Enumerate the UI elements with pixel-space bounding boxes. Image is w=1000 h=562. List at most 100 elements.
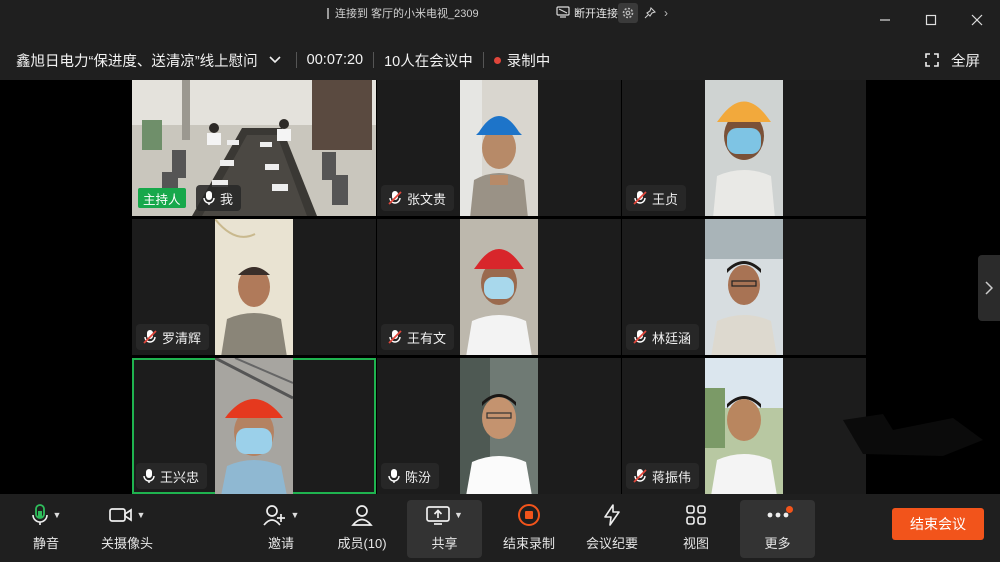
- disconnect-label: 断开连接: [574, 8, 618, 20]
- next-page-button[interactable]: [978, 255, 1000, 321]
- mute-label: 静音: [32, 536, 59, 551]
- participant-name-label: 张文贵: [381, 185, 455, 211]
- microphone-muted-icon: [388, 191, 402, 205]
- participant-video: [705, 358, 783, 494]
- participant-name-label: 王贞: [626, 185, 687, 211]
- recording-label: 录制中: [506, 53, 551, 70]
- meeting-info-dropdown[interactable]: [268, 55, 282, 65]
- close-window-button[interactable]: [954, 0, 1000, 40]
- fullscreen-button[interactable]: 全屏: [925, 40, 980, 80]
- minimize-button[interactable]: [862, 0, 908, 40]
- participant-name: 罗清辉: [162, 330, 202, 346]
- microphone-muted-icon: [388, 330, 402, 344]
- video-tile-host[interactable]: 主持人 我: [132, 80, 376, 216]
- maximize-icon: [925, 14, 937, 26]
- stop-record-icon: [518, 504, 540, 526]
- participant-name-label: 罗清辉: [136, 324, 210, 350]
- meeting-minutes-button[interactable]: 会议纪要: [582, 502, 642, 558]
- host-badge: 主持人: [138, 188, 186, 208]
- microphone-icon: [143, 469, 155, 483]
- meeting-title[interactable]: 鑫旭日电力“保进度、送清凉”线上慰问: [16, 50, 258, 71]
- share-button[interactable]: ▼ 共享: [407, 500, 482, 558]
- maximize-button[interactable]: [908, 0, 954, 40]
- meeting-minutes-label: 会议纪要: [585, 536, 638, 551]
- microphone-muted-icon: [633, 191, 647, 205]
- ai-minutes-icon: [604, 504, 620, 526]
- video-tile-active-speaker[interactable]: 王兴忠: [132, 358, 376, 494]
- video-camera-icon: [108, 508, 132, 522]
- share-screen-icon: [426, 506, 450, 525]
- video-stage: 主持人 我 张文贵 王贞 罗清辉 王有文 林廷涵 王兴忠 陈汾 蒋振伟: [0, 80, 1000, 494]
- caret-down-icon[interactable]: ▼: [454, 510, 463, 520]
- participant-name: 张文贵: [407, 191, 447, 207]
- participant-name-label: 王有文: [381, 324, 455, 350]
- participant-video: [705, 80, 783, 216]
- microphone-icon: [31, 504, 48, 525]
- participant-video: [460, 219, 538, 355]
- participant-name: 林廷涵: [652, 330, 692, 346]
- participant-name: 王有文: [407, 330, 447, 346]
- invite-label: 邀请: [267, 536, 294, 551]
- add-user-icon: [262, 505, 285, 526]
- fullscreen-label: 全屏: [951, 53, 980, 70]
- video-tile[interactable]: 罗清辉: [132, 219, 376, 355]
- cast-status: 连接到 客厅的小米电视_2309: [327, 2, 479, 24]
- window-titlebar: 连接到 客厅的小米电视_2309 断开连接 ›: [0, 0, 1000, 40]
- participant-name: 蒋振伟: [652, 469, 692, 485]
- settings-gear-button[interactable]: [618, 3, 638, 23]
- gear-icon: [622, 7, 634, 19]
- caret-down-icon[interactable]: ▼: [291, 510, 300, 520]
- more-label: 更多: [764, 536, 791, 551]
- end-meeting-button[interactable]: 结束会议: [892, 508, 984, 540]
- members-button[interactable]: 成员(10): [332, 502, 392, 558]
- close-icon: [971, 14, 983, 26]
- participant-name: 陈汾: [405, 469, 432, 485]
- mute-button[interactable]: ▼ 静音: [18, 502, 74, 558]
- camera-toggle-button[interactable]: ▼ 关摄像头: [96, 502, 158, 558]
- video-tile[interactable]: 林廷涵: [622, 219, 866, 355]
- expand-chevron-button[interactable]: ›: [656, 3, 676, 23]
- video-tile[interactable]: 张文贵: [377, 80, 621, 216]
- participant-name-label: 蒋振伟: [626, 463, 700, 489]
- caret-down-icon[interactable]: ▼: [137, 510, 146, 520]
- recording-status: 录制中: [493, 50, 551, 71]
- window-controls: [862, 0, 1000, 40]
- microphone-muted-icon: [633, 330, 647, 344]
- divider: [373, 52, 375, 68]
- participant-count[interactable]: 10人在会议中: [384, 50, 473, 71]
- video-tile[interactable]: 王贞: [622, 80, 866, 216]
- meeting-toolbar: ▼ 静音 ▼ 关摄像头 ▼ 邀请 成员(10) ▼ 共享 结束录制 会议纪要 视…: [0, 494, 1000, 562]
- fullscreen-icon: [925, 53, 939, 67]
- chevron-down-icon: [269, 56, 281, 64]
- divider: [482, 52, 484, 68]
- decorative-shape: [843, 414, 983, 456]
- camera-label: 关摄像头: [100, 536, 153, 551]
- participant-name-label: 林廷涵: [626, 324, 700, 350]
- video-tile[interactable]: 王有文: [377, 219, 621, 355]
- minimize-icon: [880, 19, 890, 21]
- view-label: 视图: [682, 536, 709, 551]
- elapsed-time: 00:07:20: [306, 52, 364, 68]
- microphone-icon: [388, 469, 400, 483]
- participant-name: 王兴忠: [160, 469, 200, 485]
- more-dots-icon: [767, 512, 788, 518]
- disconnect-button[interactable]: 断开连接: [556, 2, 618, 24]
- caret-down-icon[interactable]: ▼: [53, 510, 62, 520]
- participant-name: 我: [220, 191, 234, 207]
- video-tile[interactable]: 蒋振伟: [622, 358, 866, 494]
- participant-video: [215, 219, 293, 355]
- cast-icon: [556, 5, 570, 21]
- more-button[interactable]: 更多: [740, 500, 815, 558]
- participant-name-label: 王兴忠: [136, 463, 208, 489]
- participant-video: [705, 219, 783, 355]
- participant-video: [215, 358, 293, 494]
- members-label: 成员(10): [337, 536, 387, 551]
- end-recording-label: 结束录制: [502, 536, 555, 551]
- participant-name-label: 陈汾: [381, 463, 440, 489]
- video-tile[interactable]: 陈汾: [377, 358, 621, 494]
- participant-name-label: 我: [196, 185, 242, 211]
- invite-button[interactable]: ▼ 邀请: [256, 502, 306, 558]
- participant-video: [460, 358, 538, 494]
- view-button[interactable]: 视图: [676, 502, 716, 558]
- end-recording-button[interactable]: 结束录制: [498, 502, 560, 558]
